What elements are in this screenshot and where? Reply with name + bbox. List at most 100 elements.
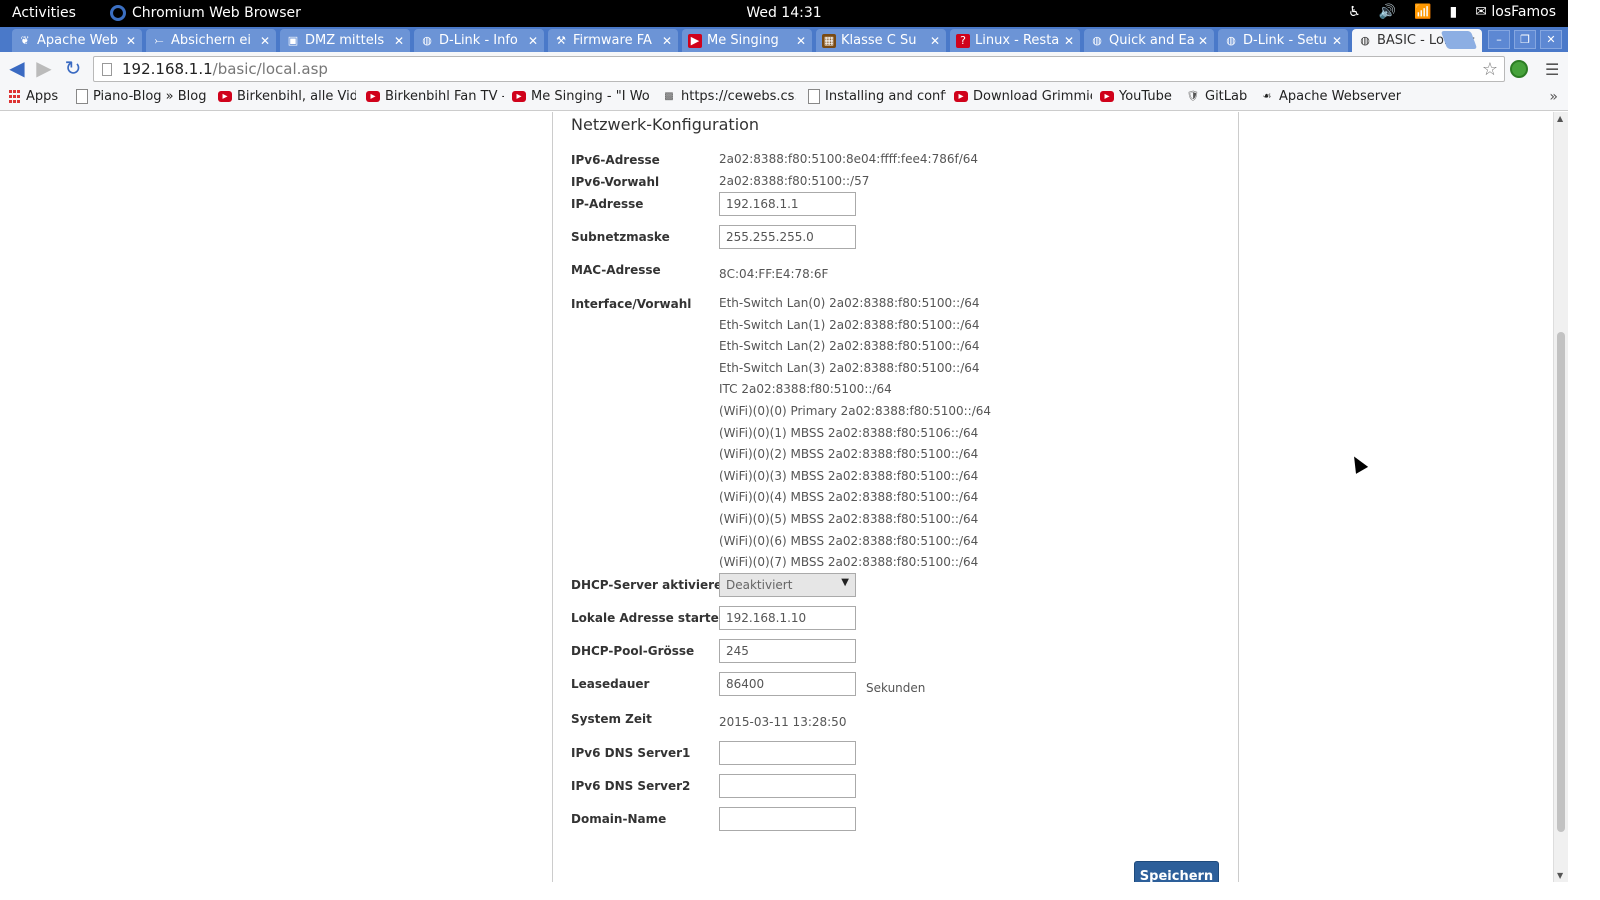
system-tray[interactable]: ♿ 🔊 📶 ▮ ✉ losFamos — [1348, 4, 1556, 20]
bookmark-11[interactable]: ☙ Apache Webserver — [1260, 89, 1402, 104]
close-tab-icon[interactable]: ✕ — [1198, 34, 1208, 48]
youtube-icon: ▸ — [954, 91, 968, 102]
tab-title: D-Link - Setu — [1243, 33, 1327, 48]
bookmark-5[interactable]: ▸ Me Singing - "I Wo — [512, 89, 650, 104]
tab-2[interactable]: ⤚ Absichern ei ✕ — [146, 29, 276, 52]
activities-button[interactable]: Activities — [12, 5, 76, 21]
ipv6-address-value: 2a02:8388:f80:5100:8e04:ffff:fee4:786f/6… — [719, 152, 979, 166]
bookmark-6[interactable]: ▩ https://cewebs.cs. — [662, 89, 796, 104]
tab-6[interactable]: ▶ Me Singing ✕ — [682, 29, 812, 52]
dhcp-select[interactable]: Deaktiviert ▼ — [719, 573, 856, 597]
close-tab-icon[interactable]: ✕ — [1332, 34, 1342, 48]
start-address-input[interactable] — [719, 606, 856, 630]
tab-7[interactable]: ▦ Klasse C Su ✕ — [816, 29, 946, 52]
interfaces-label: Interface/Vorwahl — [571, 297, 692, 311]
interface-item: (WiFi)(0)(3) MBSS 2a02:8388:f80:5100::/6… — [719, 468, 979, 483]
user-menu[interactable]: ✉ losFamos — [1475, 4, 1556, 20]
scroll-down-icon[interactable]: ▼ — [1557, 871, 1563, 880]
chrome-menu-icon[interactable]: ☰ — [1545, 60, 1561, 79]
battery-icon[interactable]: ▮ — [1450, 4, 1458, 20]
dns1-input[interactable] — [719, 741, 856, 765]
mac-label: MAC-Adresse — [571, 263, 661, 277]
close-tab-icon[interactable]: ✕ — [260, 34, 270, 48]
monitor-icon: ▣ — [287, 34, 299, 47]
bookmark-label: Installing and confi — [825, 89, 946, 104]
close-tab-icon[interactable]: ✕ — [126, 34, 136, 48]
tab-title: Quick and Ea — [1109, 33, 1194, 48]
youtube-icon: ▸ — [218, 91, 232, 102]
wrench-icon: ⚒ — [556, 34, 566, 47]
close-tab-icon[interactable]: ✕ — [528, 34, 538, 48]
dhcp-selected-value: Deaktiviert — [726, 578, 793, 592]
new-tab-button[interactable] — [1440, 31, 1478, 49]
bookmark-10[interactable]: 🛡 GitLab — [1186, 89, 1248, 104]
youtube-icon: ▸ — [512, 91, 526, 102]
bookmark-4[interactable]: ▸ Birkenbihl Fan TV - — [366, 89, 504, 104]
bookmark-9[interactable]: ▸ YouTube — [1100, 89, 1172, 104]
apps-grid-icon — [8, 90, 21, 103]
tab-5[interactable]: ⚒ Firmware FA ✕ — [548, 29, 678, 52]
close-tab-icon[interactable]: ✕ — [1064, 34, 1074, 48]
app-menu[interactable]: Chromium Web Browser — [106, 5, 301, 21]
tab-1[interactable]: ❦ Apache Web ✕ — [12, 29, 142, 52]
pool-size-input[interactable] — [719, 639, 856, 663]
bookmarks-overflow-icon[interactable]: » — [1549, 89, 1558, 105]
address-bar[interactable]: 192.168.1.1/basic/local.asp ☆ — [93, 56, 1505, 82]
subnet-label: Subnetzmaske — [571, 230, 670, 244]
bookmark-3[interactable]: ▸ Birkenbihl, alle Vid — [218, 89, 356, 104]
globe-icon: ◍ — [1092, 34, 1102, 47]
tab-title: Firmware FA — [573, 33, 652, 48]
dropdown-arrow-icon: ▼ — [841, 577, 849, 588]
tab-9[interactable]: ◍ Quick and Ea ✕ — [1084, 29, 1214, 52]
page-content: Netzwerk-Konfiguration IPv6-Adresse 2a02… — [0, 112, 1553, 882]
close-tab-icon[interactable]: ✕ — [796, 34, 806, 48]
bookmark-label: Download Grimmie — [973, 89, 1092, 104]
bookmark-label: Apache Webserver — [1279, 89, 1402, 104]
minimize-button[interactable]: – — [1488, 30, 1510, 49]
close-tab-icon[interactable]: ✕ — [394, 34, 404, 48]
subnet-input[interactable] — [719, 225, 856, 249]
bookmark-star-icon[interactable]: ☆ — [1482, 59, 1498, 80]
volume-icon[interactable]: 🔊 — [1379, 4, 1396, 20]
reload-button[interactable]: ↻ — [61, 56, 85, 80]
save-button[interactable]: Speichern — [1134, 861, 1219, 882]
bookmark-label: GitLab — [1205, 89, 1248, 104]
bookmark-2[interactable]: Piano-Blog » Blog — [76, 89, 206, 104]
tab-10[interactable]: ◍ D-Link - Setu ✕ — [1218, 29, 1348, 52]
bookmark-7[interactable]: Installing and confi — [808, 89, 946, 104]
start-address-label: Lokale Adresse starten — [571, 611, 728, 625]
bookmark-label: Birkenbihl, alle Vid — [237, 89, 356, 104]
close-tab-icon[interactable]: ✕ — [930, 34, 940, 48]
tab-4[interactable]: ◍ D-Link - Info ✕ — [414, 29, 544, 52]
interface-item: (WiFi)(0)(4) MBSS 2a02:8388:f80:5100::/6… — [719, 490, 979, 505]
interface-item: (WiFi)(0)(0) Primary 2a02:8388:f80:5100:… — [719, 404, 992, 418]
apache-feather-icon: ☙ — [1262, 91, 1272, 102]
tab-8[interactable]: ? Linux - Resta ✕ — [950, 29, 1080, 52]
ip-address-input[interactable] — [719, 192, 856, 216]
lease-input[interactable] — [719, 672, 856, 696]
domain-input[interactable] — [719, 807, 856, 831]
close-tab-icon[interactable]: ✕ — [662, 34, 672, 48]
tab-3[interactable]: ▣ DMZ mittels ✕ — [280, 29, 410, 52]
close-window-button[interactable]: ✕ — [1540, 30, 1562, 49]
extension-icon[interactable] — [1510, 60, 1528, 78]
ip-address-label: IP-Adresse — [571, 197, 644, 211]
interface-item: ITC 2a02:8388:f80:5100::/64 — [719, 382, 892, 397]
bookmark-8[interactable]: ▸ Download Grimmie — [954, 89, 1092, 104]
back-button[interactable]: ◀ — [5, 56, 29, 80]
page-icon — [102, 62, 112, 76]
maximize-button[interactable]: ❐ — [1514, 30, 1536, 49]
apache-feather-icon: ❦ — [20, 34, 30, 47]
wifi-icon[interactable]: 📶 — [1414, 4, 1431, 20]
interface-item: (WiFi)(0)(2) MBSS 2a02:8388:f80:5100::/6… — [719, 447, 979, 462]
bookmark-1[interactable]: Apps — [8, 89, 58, 104]
interface-item: (WiFi)(0)(7) MBSS 2a02:8388:f80:5100::/6… — [719, 555, 979, 570]
forward-button[interactable]: ▶ — [32, 56, 56, 80]
scroll-up-icon[interactable]: ▲ — [1557, 114, 1563, 123]
scrollbar-thumb[interactable] — [1557, 332, 1565, 832]
accessibility-icon[interactable]: ♿ — [1348, 4, 1361, 20]
page-scrollbar[interactable]: ▲ ▼ — [1553, 112, 1568, 882]
dns2-input[interactable] — [719, 774, 856, 798]
youtube-icon: ▸ — [366, 91, 380, 102]
url-path: /basic/local.asp — [212, 60, 328, 78]
